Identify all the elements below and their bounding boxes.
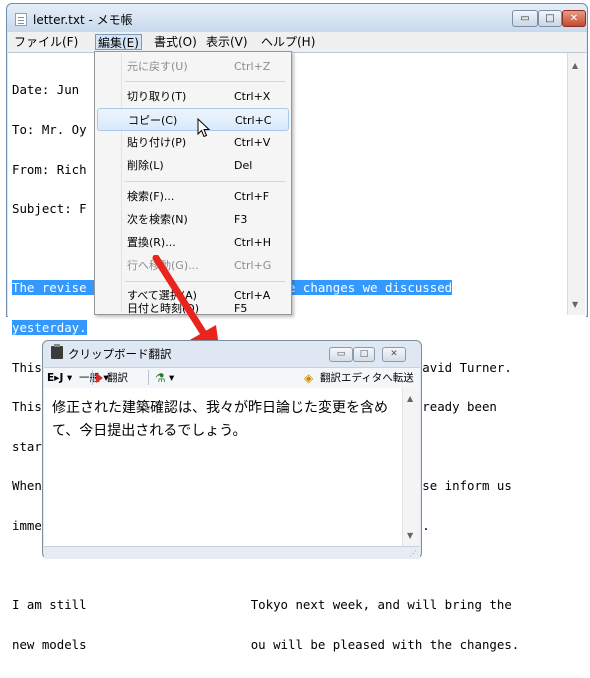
translate-button[interactable]: 翻訳 (107, 371, 128, 385)
close-button[interactable]: ✕ (562, 10, 586, 27)
menu-item-find[interactable]: 検索(F)... Ctrl+F (97, 185, 289, 208)
resize-grip-icon[interactable]: ⋰ (409, 549, 417, 558)
menu-bar: ファイル(F) 編集(E) 書式(O) 表示(V) ヘルプ(H) (8, 32, 586, 52)
menu-separator (125, 181, 285, 182)
menu-view[interactable]: 表示(V) (204, 34, 250, 50)
field-dropdown[interactable]: 一般 ▾ (79, 371, 109, 385)
toolbar: E▸J ▾ 一般 ▾ 翻訳 ⚗ ▾ ◈ 翻訳エディタへ転送 (44, 367, 420, 389)
menu-item-copy[interactable]: コピー(C) Ctrl+C (97, 108, 289, 131)
clipboard-translation-window: クリップボード翻訳 ▭ □ ✕ E▸J ▾ 一般 ▾ 翻訳 ⚗ ▾ ◈ 翻訳エデ… (42, 340, 422, 559)
scroll-down-icon[interactable]: ▼ (407, 531, 413, 540)
translation-result-area[interactable]: 修正された建築確認は、我々が昨日論じた変更を含めて、今日提出されるでしょう。 ▲… (44, 388, 420, 546)
close-button[interactable]: ✕ (382, 347, 406, 362)
window-title: クリップボード翻訳 (68, 347, 172, 361)
dictionary-dropdown[interactable]: ▾ (169, 371, 174, 385)
vertical-scrollbar[interactable]: ▲ ▼ (567, 53, 585, 315)
maximize-button[interactable]: □ (538, 10, 562, 27)
mouse-cursor-icon (197, 118, 211, 138)
text-line (12, 559, 564, 572)
maximize-button[interactable]: □ (353, 347, 375, 362)
title-bar[interactable]: letter.txt - メモ帳 ▭ □ ✕ (7, 4, 587, 32)
menu-edit[interactable]: 編集(E) (95, 34, 142, 50)
menu-file[interactable]: ファイル(F) (12, 34, 80, 50)
status-bar: ⋰ (44, 546, 420, 559)
window-title: letter.txt - メモ帳 (33, 13, 133, 27)
text-line: I am still Tokyo next week, and will bri… (12, 597, 512, 613)
menu-item-find-next[interactable]: 次を検索(N) F3 (97, 208, 289, 231)
translate-play-icon[interactable] (96, 373, 103, 383)
minimize-button[interactable]: ▭ (329, 347, 353, 362)
minimize-button[interactable]: ▭ (512, 10, 538, 27)
title-bar[interactable]: クリップボード翻訳 ▭ □ ✕ (43, 341, 421, 365)
translation-result-text: 修正された建築確認は、我々が昨日論じた変更を含めて、今日提出されるでしょう。 (52, 400, 388, 439)
menu-separator (125, 81, 285, 82)
scroll-up-icon[interactable]: ▲ (572, 61, 578, 70)
scroll-up-icon[interactable]: ▲ (407, 394, 413, 403)
translation-direction-dropdown[interactable]: E▸J ▾ (47, 371, 72, 385)
menu-format[interactable]: 書式(O) (152, 34, 199, 50)
dictionary-icon[interactable]: ⚗ (155, 371, 166, 385)
text-line: new models ou will be pleased with the c… (12, 636, 520, 652)
toolbar-separator (92, 370, 93, 385)
scroll-down-icon[interactable]: ▼ (572, 300, 578, 309)
notepad-icon (15, 13, 27, 26)
toolbar-separator (148, 370, 149, 385)
menu-help[interactable]: ヘルプ(H) (259, 34, 317, 50)
menu-item-replace[interactable]: 置換(R)... Ctrl+H (97, 231, 289, 254)
menu-item-cut[interactable]: 切り取り(T) Ctrl+X (97, 85, 289, 108)
editor-transfer-icon[interactable]: ◈ (304, 371, 313, 385)
menu-item-undo[interactable]: 元に戻す(U) Ctrl+Z (97, 55, 289, 78)
vertical-scrollbar[interactable]: ▲ ▼ (402, 388, 420, 546)
clipboard-icon (51, 344, 63, 359)
selected-text: yesterday. (12, 319, 87, 335)
menu-item-paste[interactable]: 貼り付け(P) Ctrl+V (97, 131, 289, 154)
send-to-editor-button[interactable]: 翻訳エディタへ転送 (320, 371, 414, 385)
menu-item-delete[interactable]: 削除(L) Del (97, 154, 289, 177)
